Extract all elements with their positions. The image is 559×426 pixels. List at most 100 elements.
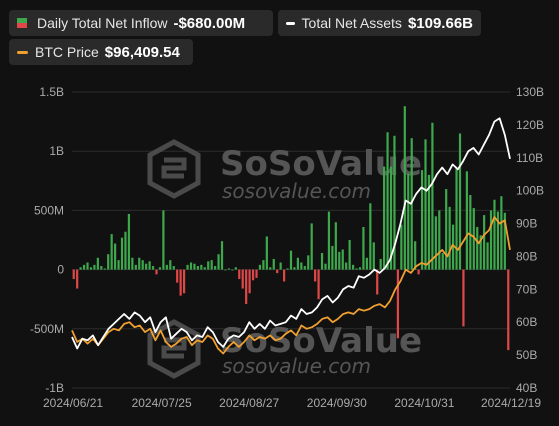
inflow-bar — [127, 213, 131, 270]
inflow-bar — [72, 269, 75, 280]
inflow-bar — [400, 224, 403, 270]
inflow-bar — [379, 258, 382, 270]
x-tick-label: 2024/08/27 — [219, 396, 279, 410]
inflow-bar — [238, 269, 241, 280]
inflow-bar — [114, 243, 117, 270]
inflow-bar — [331, 245, 334, 270]
x-tick-label: 2024/10/31 — [394, 396, 454, 410]
x-tick-label: 2024/12/19 — [481, 396, 541, 410]
inflow-bar — [176, 269, 179, 283]
inflow-bar — [258, 264, 262, 270]
inflow-bar — [483, 215, 486, 270]
inflow-bar — [396, 269, 400, 339]
watermark-site-top: sosovalue.com — [222, 179, 371, 203]
inflow-bar — [500, 196, 503, 270]
inflow-bar — [324, 263, 327, 270]
inflow-bar — [203, 267, 206, 270]
y-right-tick-label: 110B — [516, 151, 543, 165]
inflow-bar — [231, 269, 234, 271]
y-left-tick-label: 0 — [57, 263, 64, 277]
inflow-bar — [486, 242, 489, 270]
inflow-bar — [403, 106, 406, 270]
inflow-bar — [162, 210, 165, 270]
inflow-bar — [334, 222, 337, 270]
chart-area: SoSoValue sosovalue.com SoSoValue sosova… — [30, 85, 544, 410]
inflow-bar — [358, 267, 362, 270]
inflow-bar — [234, 267, 237, 270]
inflow-bar — [269, 267, 272, 270]
inflow-bar — [424, 139, 427, 270]
inflow-bar — [217, 254, 220, 270]
inflow-bar — [138, 257, 141, 270]
inflow-bar — [276, 269, 279, 274]
inflow-bar — [341, 249, 344, 270]
inflow-bar — [286, 268, 289, 270]
inflow-bar — [220, 241, 224, 270]
inflow-bar — [272, 258, 275, 270]
inflow-bar — [110, 234, 113, 270]
inflow-bar — [493, 199, 496, 270]
watermark-site-bottom: sosovalue.com — [222, 354, 371, 378]
inflow-bar — [141, 260, 144, 270]
inflow-bar — [103, 268, 106, 270]
inflow-bar — [227, 268, 231, 270]
inflow-bar — [131, 257, 134, 270]
y-right-tick-label: 70B — [516, 282, 537, 296]
inflow-bar — [124, 231, 127, 270]
inflow-bar — [465, 171, 468, 270]
inflow-bar — [365, 257, 368, 270]
inflow-bar — [193, 263, 196, 270]
inflow-bar — [169, 260, 172, 270]
y-left-tick-label: 1B — [49, 144, 64, 158]
inflow-bar — [100, 266, 103, 270]
watermark-logo-top — [147, 139, 201, 199]
inflow-bar — [279, 262, 282, 270]
y-right-tick-label: 60B — [516, 315, 537, 329]
inflow-bar — [207, 261, 210, 270]
inflow-bar — [107, 254, 110, 270]
inflow-bar — [262, 260, 265, 270]
x-tick-label: 2024/07/25 — [132, 396, 192, 410]
inflow-bar — [224, 269, 227, 271]
inflow-bar — [186, 264, 189, 270]
inflow-bar — [314, 269, 317, 282]
y-left-tick-label: 500M — [34, 203, 64, 217]
inflow-bar — [120, 237, 124, 270]
inflow-bar — [434, 216, 437, 270]
inflow-bar — [469, 195, 472, 270]
inflow-bar — [293, 267, 296, 270]
inflow-bar — [86, 262, 89, 270]
y-right-tick-label: 120B — [516, 118, 544, 132]
inflow-bar — [338, 251, 341, 270]
inflow-bar — [448, 206, 451, 270]
inflow-bar — [210, 260, 213, 270]
x-tick-label: 2024/09/30 — [307, 396, 367, 410]
y-right-tick-label: 80B — [516, 249, 537, 263]
inflow-bar — [317, 269, 320, 300]
y-left-tick-label: -1B — [45, 381, 64, 395]
inflow-bar — [117, 260, 120, 270]
inflow-bar — [241, 269, 244, 289]
inflow-bar — [372, 242, 375, 270]
inflow-bar — [362, 226, 365, 270]
inflow-bar — [145, 263, 148, 270]
inflow-bar — [196, 266, 199, 270]
inflow-bar — [417, 269, 420, 275]
inflow-bar — [300, 262, 303, 270]
inflow-bar — [155, 269, 158, 275]
y-left-tick-label: -500M — [30, 322, 64, 336]
inflow-bar — [289, 250, 293, 270]
y-right-tick-label: 100B — [516, 184, 544, 198]
inflow-bar — [182, 269, 186, 294]
y-right-tick-label: 50B — [516, 348, 537, 362]
y-right-tick-label: 130B — [516, 85, 544, 99]
inflow-bar — [158, 267, 162, 270]
inflow-bar — [431, 122, 434, 270]
inflow-bar — [327, 211, 331, 270]
inflow-bar — [76, 269, 79, 289]
inflow-bar — [351, 264, 355, 270]
inflow-bar — [383, 166, 386, 270]
inflow-bar — [255, 269, 258, 278]
inflow-bar — [407, 173, 410, 270]
y-right-tick-label: 90B — [516, 217, 537, 231]
